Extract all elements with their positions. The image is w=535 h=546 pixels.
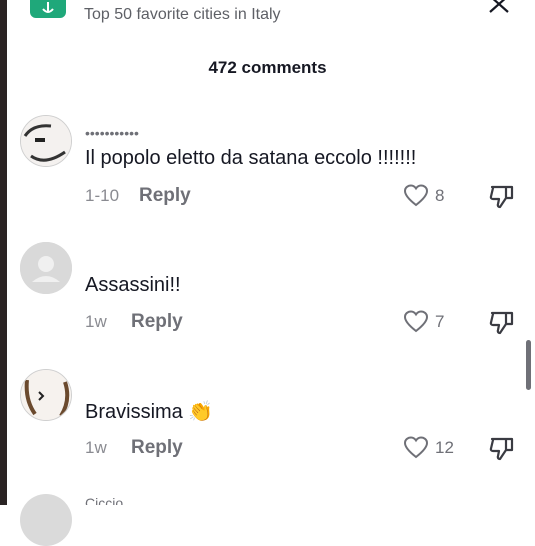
app-icon[interactable] xyxy=(30,0,66,18)
avatar[interactable] xyxy=(20,242,72,294)
comment-text: Assassini!! xyxy=(85,274,181,296)
dislike-icon[interactable] xyxy=(488,436,516,462)
comment-username[interactable]: Ciccio xyxy=(85,496,123,505)
video-title[interactable]: Top 50 favorite cities in Italy xyxy=(84,6,281,24)
avatar[interactable] xyxy=(20,369,72,421)
reply-button[interactable]: Reply xyxy=(139,185,191,207)
like-button[interactable]: 8 xyxy=(403,184,444,208)
like-count: 8 xyxy=(435,186,445,205)
scrollbar[interactable] xyxy=(526,340,531,390)
anchor-icon xyxy=(42,2,54,13)
reply-button[interactable]: Reply xyxy=(131,437,183,459)
reply-button[interactable]: Reply xyxy=(131,311,183,333)
comment-text-body: Bravissima xyxy=(85,401,183,423)
comment-time: 1w xyxy=(85,312,107,331)
comment-time: 1-10 xyxy=(85,186,120,205)
heart-icon xyxy=(403,310,429,333)
comment-username[interactable]: ••••••••••• xyxy=(85,126,139,136)
comments-count: 472 comments xyxy=(208,58,327,77)
dislike-icon[interactable] xyxy=(488,310,516,336)
avatar-image-icon xyxy=(21,116,71,166)
dislike-icon[interactable] xyxy=(488,184,516,210)
close-icon[interactable] xyxy=(486,0,512,16)
comment-text: Il popolo eletto da satana eccolo !!!!!!… xyxy=(85,147,417,169)
heart-icon xyxy=(403,184,429,207)
avatar[interactable] xyxy=(20,494,72,546)
clapping-hands-icon: 👏 xyxy=(188,401,214,423)
comment-time: 1w xyxy=(85,438,107,457)
heart-icon xyxy=(403,436,429,459)
comment-text: Bravissima 👏 xyxy=(85,399,213,424)
like-count: 12 xyxy=(435,438,454,457)
avatar-image-icon xyxy=(21,370,71,420)
default-avatar-icon xyxy=(20,242,72,294)
like-count: 7 xyxy=(435,312,445,331)
like-button[interactable]: 12 xyxy=(403,436,454,460)
avatar[interactable] xyxy=(20,115,72,167)
like-button[interactable]: 7 xyxy=(403,310,444,334)
